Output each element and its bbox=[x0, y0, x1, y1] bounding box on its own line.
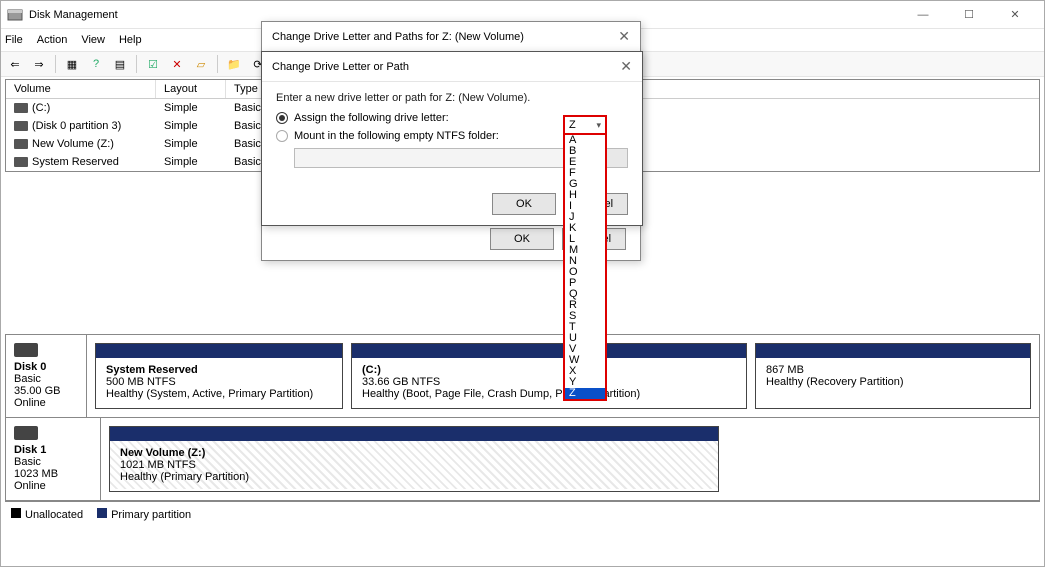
disk-row: Disk 1Basic1023 MBOnlineNew Volume (Z:)1… bbox=[6, 418, 1039, 501]
dialog-paths-title: Change Drive Letter and Paths for Z: (Ne… bbox=[262, 22, 640, 52]
menu-view[interactable]: View bbox=[81, 34, 105, 46]
dialog-change-letter-title: Change Drive Letter or Path ✕ bbox=[262, 52, 642, 82]
drive-letter-dropdown[interactable]: ABEFGHIJKLMNOPQRSTUVWXYZ bbox=[563, 135, 607, 401]
ok-button[interactable]: OK bbox=[492, 193, 556, 215]
app-icon bbox=[7, 7, 23, 23]
maximize-button[interactable]: ☐ bbox=[946, 1, 992, 29]
forward-icon[interactable]: ⇒ bbox=[29, 54, 49, 74]
menu-action[interactable]: Action bbox=[37, 34, 68, 46]
menu-file[interactable]: File bbox=[5, 34, 23, 46]
back-icon[interactable]: ⇐ bbox=[5, 54, 25, 74]
mount-path-input bbox=[294, 148, 568, 168]
legend-primary: Primary partition bbox=[111, 509, 191, 521]
partition[interactable]: (C:)33.66 GB NTFSHealthy (Boot, Page Fil… bbox=[351, 343, 747, 409]
disk-pane: Disk 0Basic35.00 GBOnlineSystem Reserved… bbox=[5, 334, 1040, 502]
col-layout[interactable]: Layout bbox=[156, 80, 226, 98]
volume-icon bbox=[14, 139, 28, 149]
disk-label[interactable]: Disk 0Basic35.00 GBOnline bbox=[6, 335, 87, 417]
close-icon[interactable]: ✕ bbox=[618, 28, 630, 45]
partition[interactable]: New Volume (Z:)1021 MB NTFSHealthy (Prim… bbox=[109, 426, 719, 492]
window-title: Disk Management bbox=[29, 9, 900, 21]
dialog-hint: Enter a new drive letter or path for Z: … bbox=[276, 92, 628, 104]
volume-icon bbox=[14, 157, 28, 167]
minimize-button[interactable]: — bbox=[900, 1, 946, 29]
chevron-down-icon: ▾ bbox=[596, 120, 601, 131]
close-icon[interactable]: ✕ bbox=[620, 58, 632, 75]
volume-icon bbox=[14, 121, 28, 131]
legend: Unallocated Primary partition bbox=[1, 502, 1044, 527]
col-volume[interactable]: Volume bbox=[6, 80, 156, 98]
folder-icon[interactable]: 📁 bbox=[224, 54, 244, 74]
legend-unallocated: Unallocated bbox=[25, 509, 83, 521]
volume-icon bbox=[14, 103, 28, 113]
properties-icon[interactable]: ▱ bbox=[191, 54, 211, 74]
drive-letter-value: Z bbox=[569, 119, 576, 131]
check-icon[interactable]: ☑ bbox=[143, 54, 163, 74]
disk-row: Disk 0Basic35.00 GBOnlineSystem Reserved… bbox=[6, 335, 1039, 418]
partition[interactable]: 867 MBHealthy (Recovery Partition) bbox=[755, 343, 1031, 409]
help-icon[interactable]: ? bbox=[86, 54, 106, 74]
drive-letter-option[interactable]: Z bbox=[565, 388, 605, 399]
disk-label[interactable]: Disk 1Basic1023 MBOnline bbox=[6, 418, 101, 500]
partition[interactable]: System Reserved500 MB NTFSHealthy (Syste… bbox=[95, 343, 343, 409]
ok-button[interactable]: OK bbox=[490, 228, 554, 250]
grid-icon[interactable]: ▦ bbox=[62, 54, 82, 74]
list-icon[interactable]: ▤ bbox=[110, 54, 130, 74]
delete-icon[interactable]: ✕ bbox=[167, 54, 187, 74]
disk-icon bbox=[14, 343, 38, 357]
drive-letter-combo[interactable]: Z ▾ bbox=[563, 115, 607, 135]
menu-help[interactable]: Help bbox=[119, 34, 142, 46]
disk-icon bbox=[14, 426, 38, 440]
close-button[interactable]: ✕ bbox=[992, 1, 1038, 29]
